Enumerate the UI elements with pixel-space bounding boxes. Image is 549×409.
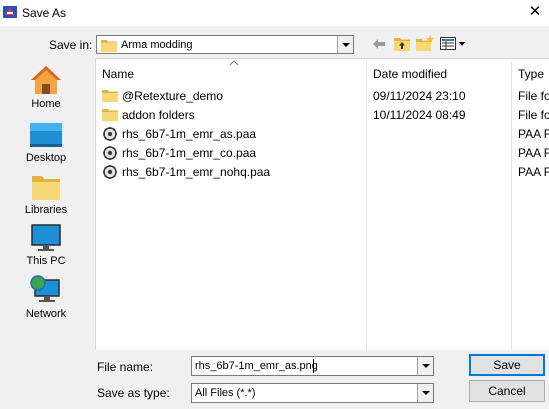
- file-row[interactable]: rhs_6b7-1m_emr_as.paa PAA F: [96, 125, 549, 144]
- place-desktop[interactable]: Desktop: [16, 120, 76, 164]
- folder-icon: [101, 40, 117, 52]
- file-name: rhs_6b7-1m_emr_nohq.paa: [122, 165, 271, 179]
- file-date: 10/11/2024 08:49: [373, 108, 466, 122]
- file-row[interactable]: rhs_6b7-1m_emr_nohq.paa PAA F: [96, 163, 549, 182]
- file-row[interactable]: addon folders 10/11/2024 08:49 File fo: [96, 106, 549, 125]
- network-icon: [30, 275, 60, 302]
- file-type: PAA F: [518, 146, 549, 160]
- file-list[interactable]: Name Date modified Type @Retexture_demo …: [95, 58, 549, 351]
- chevron-down-icon[interactable]: [417, 357, 433, 375]
- file-name: rhs_6b7-1m_emr_as.paa: [122, 127, 257, 141]
- save-as-type-label: Save as type:: [97, 386, 170, 400]
- app-icon: [3, 6, 17, 18]
- file-type: File fo: [518, 108, 549, 122]
- folder-icon: [102, 90, 118, 102]
- place-libraries[interactable]: Libraries: [16, 172, 76, 216]
- window-title: Save As: [22, 6, 67, 20]
- back-arrow-icon[interactable]: [372, 38, 386, 50]
- cancel-button[interactable]: Cancel: [469, 380, 545, 402]
- save-in-value: Arma modding: [121, 39, 193, 51]
- file-type: PAA F: [518, 165, 549, 179]
- view-menu-icon[interactable]: [440, 37, 466, 50]
- close-button[interactable]: ✕: [524, 2, 546, 22]
- file-date: 09/11/2024 23:10: [373, 89, 466, 103]
- file-name-value: rhs_6b7-1m_emr_as.png: [195, 360, 318, 372]
- place-label: Home: [31, 98, 61, 110]
- file-type: PAA F: [518, 127, 549, 141]
- home-icon: [31, 66, 61, 94]
- libraries-icon: [32, 176, 60, 200]
- paa-file-icon: [103, 127, 117, 141]
- paa-file-icon: [103, 146, 117, 160]
- save-as-type-value: All Files (*.*): [195, 387, 256, 399]
- save-as-type-select[interactable]: All Files (*.*): [191, 383, 434, 403]
- file-type: File fo: [518, 89, 549, 103]
- place-label: Libraries: [24, 204, 68, 216]
- column-header-type[interactable]: Type: [518, 67, 544, 81]
- place-this-pc[interactable]: This PC: [16, 223, 76, 267]
- file-name: addon folders: [122, 108, 195, 122]
- this-pc-icon: [31, 224, 61, 251]
- chevron-down-icon[interactable]: [417, 384, 433, 402]
- folder-icon: [102, 109, 118, 121]
- place-network[interactable]: Network: [16, 274, 76, 320]
- file-name-label: File name:: [97, 360, 154, 374]
- file-row[interactable]: rhs_6b7-1m_emr_co.paa PAA F: [96, 144, 549, 163]
- text-cursor: [313, 359, 314, 373]
- place-label: Desktop: [25, 152, 67, 164]
- column-header-name[interactable]: Name: [102, 67, 134, 81]
- paa-file-icon: [103, 165, 117, 179]
- place-home[interactable]: Home: [16, 64, 76, 110]
- save-in-combo[interactable]: Arma modding: [96, 35, 354, 54]
- file-name: rhs_6b7-1m_emr_co.paa: [122, 146, 257, 160]
- file-name-input[interactable]: rhs_6b7-1m_emr_as.png: [191, 356, 434, 376]
- new-folder-icon[interactable]: [416, 35, 434, 51]
- place-label: Network: [25, 308, 67, 320]
- save-in-label: Save in:: [49, 38, 93, 52]
- desktop-icon: [30, 123, 62, 147]
- column-header-date[interactable]: Date modified: [373, 67, 447, 81]
- file-row[interactable]: @Retexture_demo 09/11/2024 23:10 File fo: [96, 87, 549, 106]
- place-label: This PC: [26, 255, 66, 267]
- file-name: @Retexture_demo: [122, 89, 223, 103]
- up-folder-icon[interactable]: [394, 36, 410, 51]
- save-button[interactable]: Save: [469, 354, 545, 376]
- title-bar: Save As ✕: [0, 0, 549, 26]
- chevron-down-icon[interactable]: [337, 36, 353, 53]
- sort-ascending-icon: [229, 60, 239, 66]
